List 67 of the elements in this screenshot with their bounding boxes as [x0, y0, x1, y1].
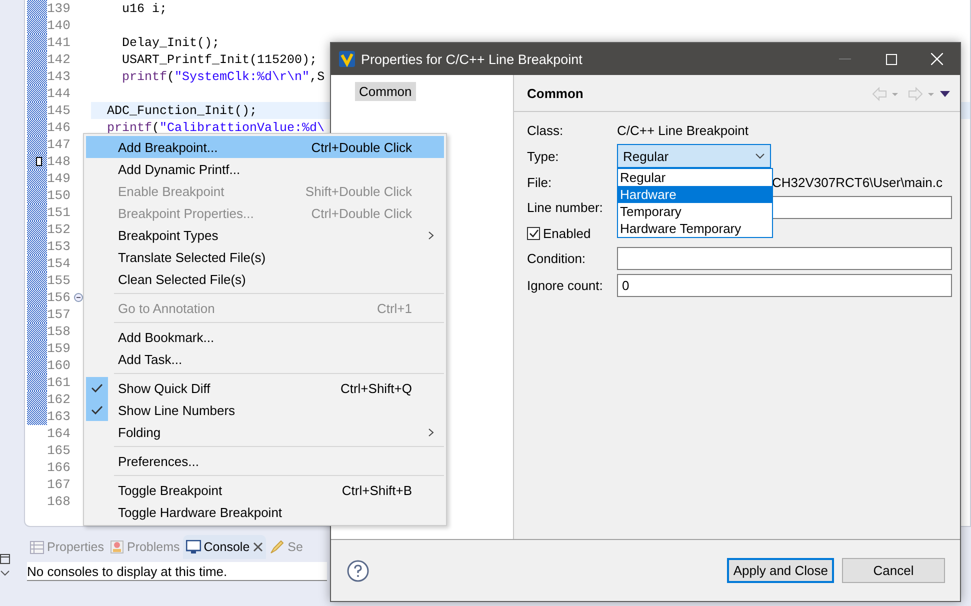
- line-number: 157: [47, 307, 72, 322]
- line-number: 155: [47, 273, 72, 288]
- console-message: No consoles to display at this time.: [27, 562, 327, 581]
- line-number: 154: [47, 256, 72, 271]
- line-number: 149: [47, 171, 72, 186]
- line-number: 140: [47, 18, 72, 33]
- checkbox-label[interactable]: Enabled: [543, 226, 591, 240]
- code-line: USART_Printf_Init(115200);: [121, 52, 318, 66]
- field-label: Type:: [527, 148, 560, 164]
- code-line: Delay_Init();: [121, 36, 220, 50]
- field-value: CH32V307RCT6\User\main.c: [772, 174, 943, 190]
- line-number: 146: [47, 120, 72, 135]
- line-number: 148: [47, 154, 72, 169]
- menu-item[interactable]: Add Dynamic Printf...: [86, 158, 444, 180]
- page-title: Common: [527, 86, 584, 101]
- code-line: u16 i;: [121, 2, 168, 16]
- menu-item[interactable]: Add Task...: [86, 348, 444, 370]
- field-label: Condition:: [527, 251, 587, 266]
- line-number: 158: [47, 324, 72, 339]
- line-number: 145: [47, 103, 72, 118]
- line-number: 156: [47, 290, 72, 305]
- line-number: 168: [47, 494, 72, 509]
- line-number: 167: [47, 477, 72, 492]
- menu-item[interactable]: Breakpoint Types: [86, 224, 444, 246]
- dialog-button[interactable]: Apply and Close: [727, 558, 834, 583]
- line-number: 162: [47, 392, 72, 407]
- menu-item[interactable]: Toggle Breakpoint Ctrl+Shift+B: [86, 479, 444, 501]
- field-value: C/C++ Line Breakpoint: [617, 122, 750, 140]
- field-label: File:: [527, 174, 553, 190]
- menu-item[interactable]: Show Quick Diff Ctrl+Shift+Q: [86, 377, 444, 399]
- line-number: 144: [47, 86, 72, 101]
- line-number: 164: [47, 426, 72, 441]
- line-number: 161: [47, 375, 72, 390]
- line-number: 141: [47, 35, 72, 50]
- input-field[interactable]: 0: [617, 274, 952, 297]
- line-number: 142: [47, 52, 72, 67]
- line-number: 160: [47, 358, 72, 373]
- dialog-title: Properties for C/C++ Line Breakpoint: [361, 52, 584, 66]
- line-number: 147: [47, 137, 72, 152]
- field-label: Class:: [527, 122, 564, 138]
- dropdown-option[interactable]: Hardware: [618, 186, 772, 203]
- line-number: 152: [47, 222, 72, 237]
- field-label: Line number:: [527, 200, 604, 215]
- menu-item[interactable]: Add Bookmark...: [86, 326, 444, 348]
- line-number: 153: [47, 239, 72, 254]
- line-number: 159: [47, 341, 72, 356]
- dialog-button[interactable]: Cancel: [842, 558, 945, 583]
- line-number: 166: [47, 460, 72, 475]
- line-number: 150: [47, 188, 72, 203]
- view-tab[interactable]: Console: [182, 535, 266, 559]
- menu-item[interactable]: Folding: [86, 421, 444, 443]
- line-number: 143: [47, 69, 72, 84]
- menu-item[interactable]: Add Breakpoint... Ctrl+Double Click: [86, 136, 444, 158]
- line-number: 165: [47, 443, 72, 458]
- nav-item[interactable]: Common: [355, 82, 416, 101]
- menu-item[interactable]: Show Line Numbers: [86, 399, 444, 421]
- code-line: printf("SystemClk:%d\r\n",S: [121, 70, 325, 84]
- menu-item[interactable]: Toggle Hardware Breakpoint: [86, 501, 444, 523]
- menu-item[interactable]: Preferences...: [86, 450, 444, 472]
- line-number: 163: [47, 409, 72, 424]
- menu-item[interactable]: Clean Selected File(s): [86, 268, 444, 290]
- menu-item[interactable]: Translate Selected File(s): [86, 246, 444, 268]
- line-number: 151: [47, 205, 72, 220]
- field-label: Ignore count:: [527, 278, 604, 293]
- code-line: printf("CalibrattionValue:%d\: [107, 120, 325, 134]
- code-line: ADC_Function_Init();: [107, 104, 258, 118]
- line-number: 139: [47, 1, 72, 16]
